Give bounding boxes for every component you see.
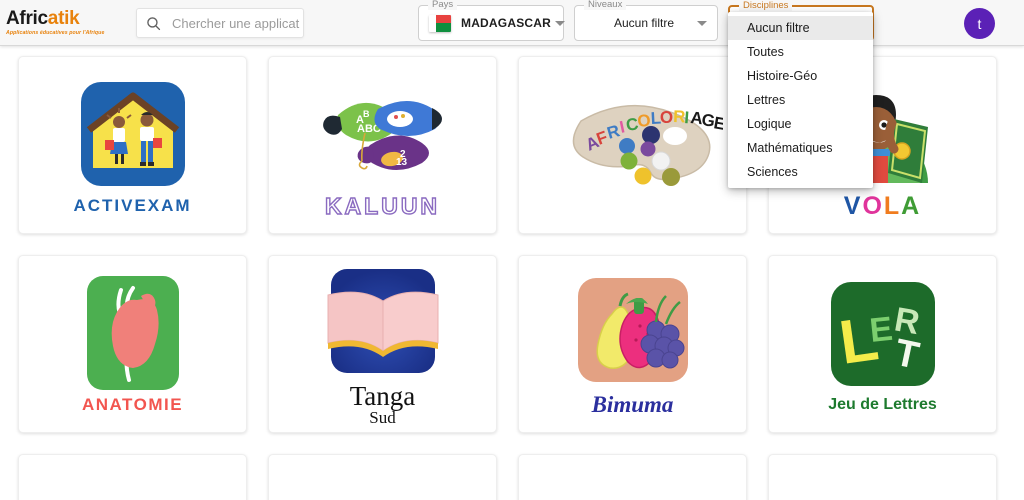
app-icon-bimuma (577, 271, 688, 389)
svg-text:O: O (659, 108, 673, 127)
country-filter[interactable]: Pays MADAGASCAR (418, 0, 565, 41)
country-filter-value: MADAGASCAR (461, 16, 551, 30)
app-label-tanga-line1: Tanga (349, 380, 416, 411)
app-card-row3-2[interactable] (268, 454, 497, 500)
app-label-tanga-line2: Sud (369, 408, 396, 428)
disciplines-filter-legend: Disciplines (739, 1, 793, 11)
avatar[interactable]: t (964, 8, 995, 39)
app-card-kaluun[interactable]: A B ABC 2 13 KALUUN (268, 56, 497, 234)
app-card-row3-3[interactable] (518, 454, 747, 500)
svg-text:E: E (867, 309, 894, 349)
chevron-down-icon[interactable] (555, 20, 565, 26)
svg-text:B: B (363, 109, 370, 119)
app-card-anatomie[interactable]: ANATOMIE (18, 255, 247, 433)
dropdown-item-histoire-geo[interactable]: Histoire-Géo (728, 64, 873, 88)
app-label-vola: VOLA (843, 191, 922, 220)
app-card-row3-1[interactable] (18, 454, 247, 500)
app-label-jeu-de-lettres: Jeu de Lettres (828, 395, 937, 413)
logo-tagline: Applications éducatives pour l'Afrique (6, 30, 105, 36)
paint-palette-icon: A F R I C O L O R I A G E (572, 104, 723, 186)
app-icon-tanga-sud (318, 262, 448, 380)
app-icon-jeu-de-lettres: L E R T (830, 275, 935, 393)
app-label-tanga-sud: Tanga Sud (349, 380, 416, 428)
africatik-logo[interactable]: Africatik Applications éducatives pour l… (6, 9, 126, 36)
dropdown-item-label: Lettres (747, 93, 786, 107)
dropdown-item-mathematiques[interactable]: Mathématiques (728, 136, 873, 160)
africatik-app-browser: Africatik Applications éducatives pour l… (0, 0, 1024, 500)
app-card-tanga-sud[interactable]: Tanga Sud (268, 255, 497, 433)
dropdown-item-label: Sciences (747, 165, 798, 179)
heart-organ-icon (86, 276, 179, 391)
app-card-row3-4[interactable] (768, 454, 997, 500)
app-label-anatomie: ANATOMIE (81, 395, 184, 415)
levels-filter-value: Aucun filtre (613, 16, 675, 30)
avatar-initial: t (977, 15, 982, 32)
dropdown-item-label: Aucun filtre (747, 21, 810, 35)
three-fish-icon: A B ABC 2 13 (322, 100, 442, 170)
app-label-activexam: ACTIVEXAM (73, 196, 192, 216)
dropdown-item-label: Histoire-Géo (747, 69, 818, 83)
logo-text-part1: Afric (6, 8, 48, 29)
search-box[interactable] (136, 8, 304, 38)
madagascar-flag-icon (429, 14, 451, 32)
dropdown-item-label: Mathématiques (747, 141, 833, 155)
dropdown-item-logique[interactable]: Logique (728, 112, 873, 136)
house-children-icon (80, 82, 185, 187)
letter-blocks-icon: L E R T (830, 281, 935, 386)
app-label-bimuma: Bimuma (591, 391, 674, 417)
dropdown-item-label: Toutes (747, 45, 784, 59)
open-book-icon (327, 291, 438, 357)
svg-text:13: 13 (396, 157, 408, 168)
chevron-down-icon[interactable] (697, 20, 707, 26)
dropdown-item-toutes[interactable]: Toutes (728, 40, 873, 64)
dropdown-item-sciences[interactable]: Sciences (728, 160, 873, 184)
app-icon-kaluun: A B ABC 2 13 (308, 72, 458, 190)
levels-filter-legend: Niveaux (584, 0, 627, 10)
app-card-bimuma[interactable]: Bimuma (518, 255, 747, 433)
app-card-activexam[interactable]: ACTIVEXAM (18, 56, 247, 234)
app-icon-anatomie (86, 274, 179, 392)
app-card-africoloriage[interactable]: A F R I C O L O R I A G E (518, 56, 747, 234)
search-input[interactable] (172, 15, 300, 31)
logo-text: Africatik (6, 9, 126, 28)
logo-text-part2: atik (47, 8, 80, 29)
app-label-kaluun: KALUUN (324, 192, 441, 219)
dropdown-item-lettres[interactable]: Lettres (728, 88, 873, 112)
dropdown-item-label: Logique (747, 117, 792, 131)
svg-text:O: O (636, 111, 651, 131)
app-icon-activexam (80, 75, 185, 193)
dropdown-item-aucun-filtre[interactable]: Aucun filtre (728, 16, 873, 40)
country-filter-legend: Pays (428, 0, 458, 10)
levels-filter[interactable]: Niveaux Aucun filtre (574, 0, 718, 41)
search-icon (147, 16, 161, 30)
app-card-jeu-de-lettres[interactable]: L E R T Jeu de Lettres (768, 255, 997, 433)
disciplines-dropdown-menu[interactable]: Aucun filtre Toutes Histoire-Géo Lettres… (728, 12, 873, 188)
app-icon-africoloriage: A F R I C O L O R I A G E (543, 86, 723, 204)
fruits-icon (577, 277, 688, 382)
